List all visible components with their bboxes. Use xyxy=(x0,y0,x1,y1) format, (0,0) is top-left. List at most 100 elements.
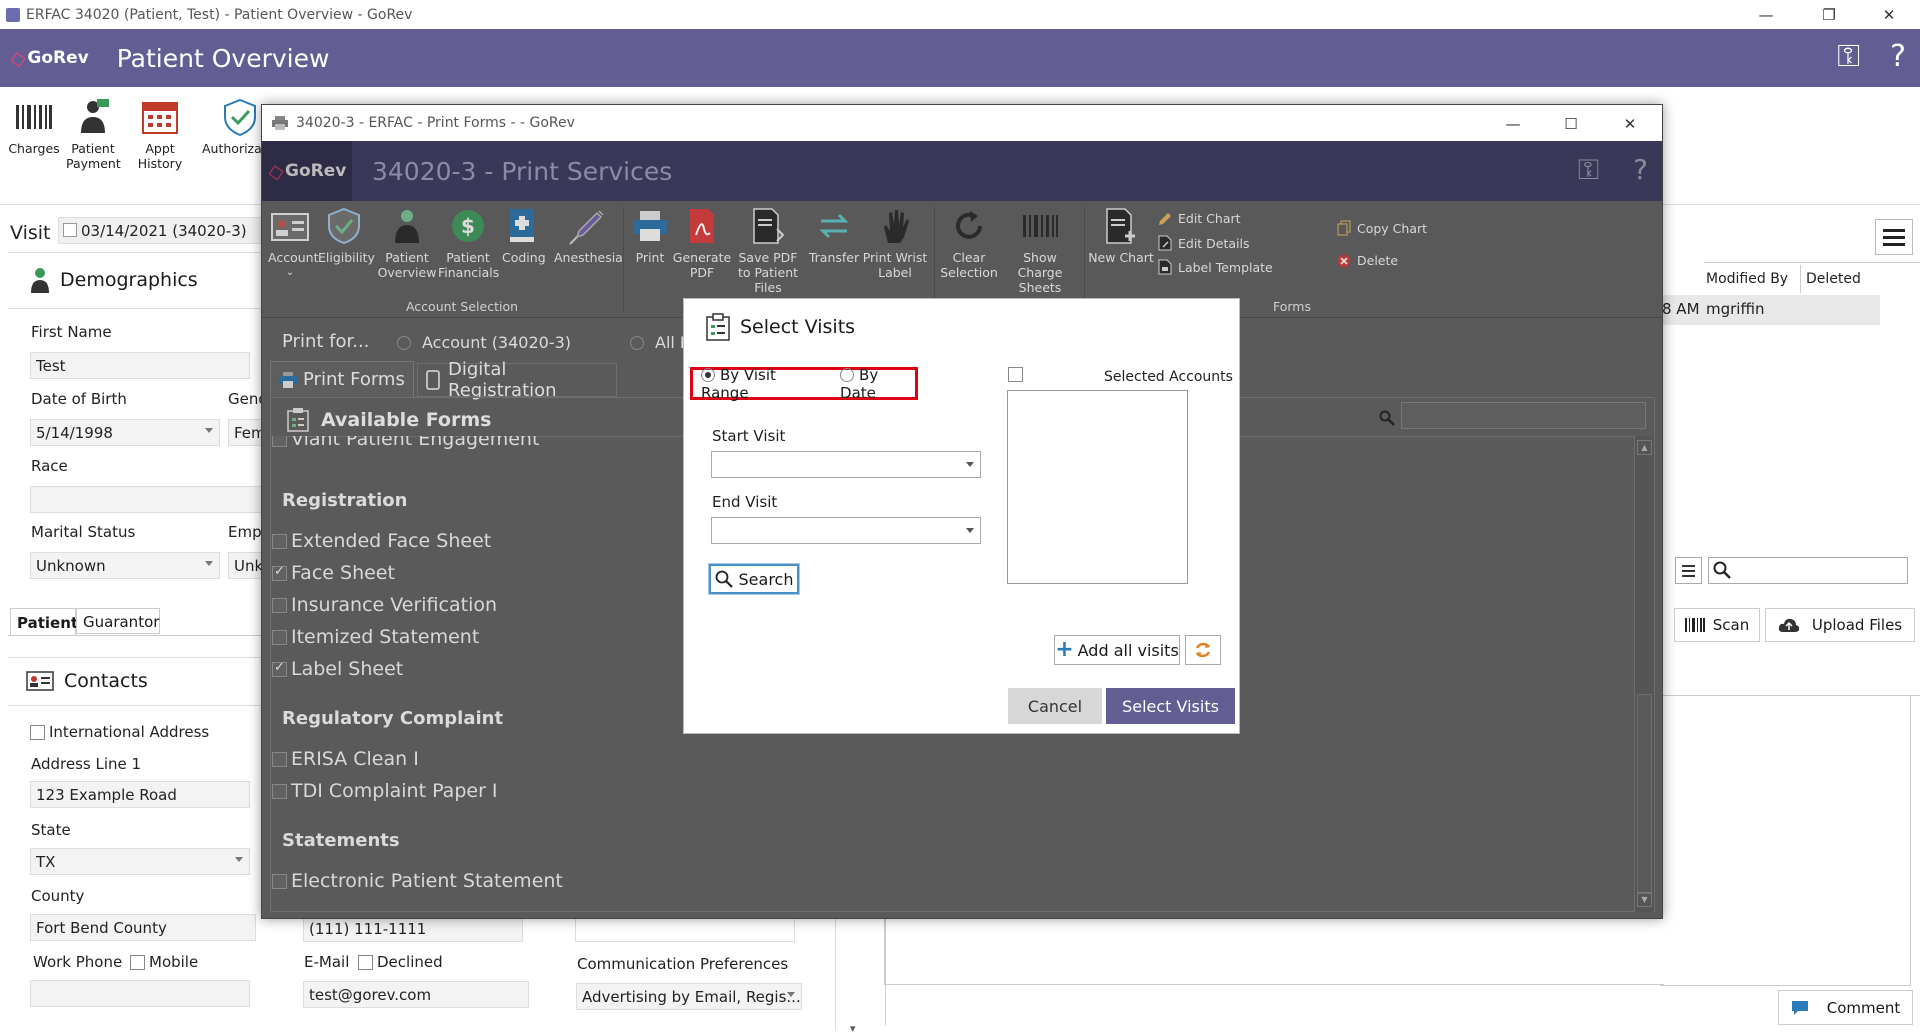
generate-pdf-button[interactable]: Generate PDF xyxy=(672,207,732,280)
coding-button[interactable]: Coding xyxy=(502,207,546,265)
patient-financials-button[interactable]: $ Patient Financials xyxy=(438,207,499,280)
selected-accounts-list[interactable] xyxy=(1007,390,1188,584)
save-pdf-button[interactable]: Save PDF to Patient Files xyxy=(732,207,804,295)
list-item[interactable]: Label Sheet xyxy=(272,658,403,680)
form-checkbox[interactable] xyxy=(272,783,287,799)
select-all-accounts-checkbox[interactable] xyxy=(1008,367,1023,382)
form-checkbox[interactable] xyxy=(272,436,287,447)
list-item[interactable]: Viant Patient Engagement xyxy=(272,436,539,450)
end-visit-select[interactable] xyxy=(711,517,981,544)
upload-files-button[interactable]: Upload Files xyxy=(1765,608,1915,642)
files-search-input[interactable] xyxy=(1708,557,1908,584)
form-checkbox-checked[interactable] xyxy=(272,660,287,677)
scroll-thumb[interactable] xyxy=(1637,694,1652,894)
race-field[interactable] xyxy=(30,486,270,513)
mobile-option[interactable]: Mobile xyxy=(130,953,198,971)
menu-button[interactable] xyxy=(1875,219,1913,255)
email-field[interactable]: test@gorev.com xyxy=(303,981,529,1008)
by-date-radio[interactable] xyxy=(840,367,855,382)
first-name-field[interactable]: Test xyxy=(30,352,250,379)
charges-button[interactable]: Charges xyxy=(8,97,60,156)
appt-history-button[interactable]: Appt History xyxy=(124,97,196,171)
minimize-button[interactable]: — xyxy=(1743,0,1789,29)
list-item[interactable]: Face Sheet xyxy=(272,562,395,584)
tab-patient[interactable]: Patient xyxy=(10,608,78,635)
copy-chart-button[interactable]: Copy Chart xyxy=(1337,220,1427,236)
select-visits-button[interactable]: Select Visits xyxy=(1106,688,1235,724)
cancel-button[interactable]: Cancel xyxy=(1008,688,1102,724)
form-checkbox[interactable] xyxy=(272,751,287,767)
delete-button[interactable]: Delete xyxy=(1337,253,1398,268)
restore-button[interactable]: ❐ xyxy=(1806,0,1852,29)
scroll-down-icon[interactable]: ▼ xyxy=(1637,892,1652,907)
mobile-checkbox[interactable] xyxy=(130,954,145,970)
eligibility-button[interactable]: Eligibility xyxy=(318,207,375,265)
list-item[interactable]: Electronic Patient Statement xyxy=(272,870,563,892)
key-user-icon[interactable]: ⚿ xyxy=(1837,39,1860,74)
edit-details-button[interactable]: Edit Details xyxy=(1158,235,1250,251)
label-template-button[interactable]: Label Template xyxy=(1158,259,1273,275)
form-checkbox[interactable] xyxy=(272,629,287,645)
form-checkbox[interactable] xyxy=(272,873,287,889)
patient-overview-button[interactable]: Patient Overview xyxy=(377,207,437,280)
forms-scrollbar[interactable]: ▲ ▼ xyxy=(1634,436,1654,912)
scan-button[interactable]: Scan xyxy=(1674,608,1760,642)
visit-checkbox[interactable] xyxy=(63,223,77,237)
dob-field[interactable]: 5/14/1998 xyxy=(30,419,220,446)
visit-selector[interactable]: 03/14/2021 (34020-3) xyxy=(58,217,268,244)
print-wrist-label-button[interactable]: Print Wrist Label xyxy=(862,207,928,280)
declined-option[interactable]: Declined xyxy=(358,953,443,971)
comment-button[interactable]: Comment xyxy=(1778,990,1913,1025)
form-checkbox[interactable] xyxy=(272,533,287,549)
refresh-accounts-button[interactable] xyxy=(1185,635,1221,665)
help-icon[interactable]: ? xyxy=(1633,153,1648,187)
international-address-checkbox[interactable] xyxy=(30,724,45,740)
new-chart-button[interactable]: New Chart xyxy=(1088,207,1154,265)
start-visit-select[interactable] xyxy=(711,451,981,478)
help-icon[interactable]: ? xyxy=(1890,39,1906,74)
tab-print-forms[interactable]: Print Forms xyxy=(270,361,414,397)
state-field[interactable]: TX xyxy=(30,848,250,875)
list-item[interactable]: ERISA Clean I xyxy=(272,748,419,770)
declined-checkbox[interactable] xyxy=(358,954,373,970)
phone-field[interactable]: (111) 111-1111 xyxy=(303,915,523,942)
all-radio-option[interactable]: All P xyxy=(630,333,690,352)
show-charge-sheets-button[interactable]: Show Charge Sheets xyxy=(1000,207,1080,295)
marital-status-field[interactable]: Unknown xyxy=(30,552,220,579)
communication-preferences-field[interactable]: Advertising by Email, Regis... xyxy=(576,983,802,1010)
list-item[interactable]: Insurance Verification xyxy=(272,594,497,616)
authorization-button[interactable]: Authorizati xyxy=(202,97,262,156)
patient-payment-button[interactable]: Patient Payment xyxy=(66,97,121,171)
list-item[interactable]: Itemized Statement xyxy=(272,626,479,648)
scroll-down-icon[interactable]: ▾ xyxy=(850,1022,856,1035)
search-button[interactable]: Search xyxy=(709,564,799,594)
edit-chart-button[interactable]: Edit Chart xyxy=(1158,211,1241,226)
by-date-option[interactable]: By Date xyxy=(840,366,915,402)
list-view-button[interactable] xyxy=(1675,557,1702,584)
tab-guarantor[interactable]: Guarantor xyxy=(76,608,160,634)
key-user-icon[interactable]: ⚿ xyxy=(1578,153,1599,187)
work-phone-field[interactable] xyxy=(30,980,250,1007)
print-maximize-button[interactable]: ☐ xyxy=(1548,109,1594,138)
comm-extra-field[interactable] xyxy=(575,915,795,942)
account-button[interactable]: Account ⌄ xyxy=(268,207,318,280)
account-radio[interactable] xyxy=(397,335,411,350)
all-radio[interactable] xyxy=(630,335,644,350)
print-minimize-button[interactable]: — xyxy=(1490,109,1536,138)
close-button[interactable]: ✕ xyxy=(1866,0,1912,29)
scroll-up-icon[interactable]: ▲ xyxy=(1637,440,1652,455)
forms-search-input[interactable] xyxy=(1401,402,1646,429)
transfer-button[interactable]: Transfer xyxy=(807,207,861,265)
by-visit-range-radio[interactable] xyxy=(701,367,715,382)
address-line-1-field[interactable]: 123 Example Road xyxy=(30,781,250,808)
list-item[interactable]: Extended Face Sheet xyxy=(272,530,491,552)
clear-selection-button[interactable]: Clear Selection xyxy=(940,207,998,280)
international-address-option[interactable]: International Address xyxy=(30,723,209,741)
county-field[interactable]: Fort Bend County xyxy=(30,914,256,941)
by-visit-range-option[interactable]: By Visit Range xyxy=(701,366,822,402)
form-checkbox[interactable] xyxy=(272,597,287,613)
print-button[interactable]: Print xyxy=(628,207,672,265)
tab-digital-registration[interactable]: Digital Registration xyxy=(417,359,617,401)
anesthesia-button[interactable]: Anesthesia xyxy=(554,207,623,265)
list-item[interactable]: TDI Complaint Paper I xyxy=(272,780,498,802)
